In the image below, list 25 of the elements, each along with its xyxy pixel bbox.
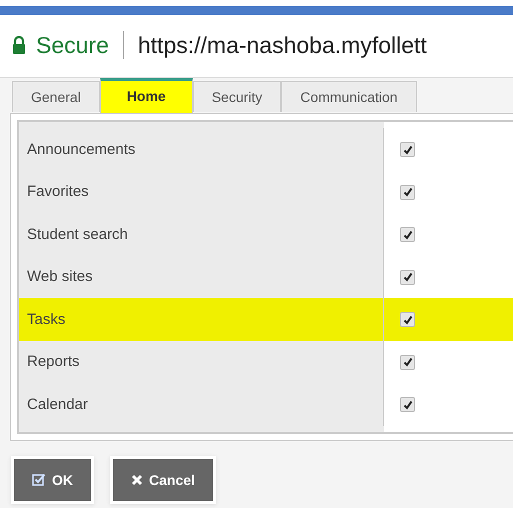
checkbox[interactable] — [400, 354, 415, 370]
checkbox[interactable] — [400, 142, 415, 158]
close-icon — [131, 474, 143, 486]
tab[interactable]: Home — [100, 78, 193, 113]
setting-label: Announcements — [27, 140, 136, 158]
ok-button[interactable]: OK — [14, 458, 91, 500]
secure-label: Secure — [36, 32, 109, 58]
checked-box-icon — [32, 472, 46, 486]
tab[interactable]: General — [12, 81, 100, 112]
setting-label: Web sites — [27, 268, 93, 286]
setting-label: Tasks — [27, 310, 66, 328]
setting-label: Calendar — [27, 396, 88, 413]
checkbox[interactable] — [400, 184, 415, 200]
tab[interactable]: Security — [192, 81, 282, 112]
url-text[interactable]: https://ma-nashoba.myfollett — [138, 32, 427, 58]
setting-label: Student search — [27, 226, 128, 243]
checkbox[interactable] — [400, 397, 415, 412]
setting-label: Favorites — [27, 183, 89, 200]
checkbox[interactable] — [400, 270, 415, 285]
checkbox[interactable] — [400, 227, 415, 242]
checkbox[interactable] — [400, 312, 415, 328]
setting-label: Reports — [27, 353, 80, 370]
tab[interactable]: Communication — [281, 81, 417, 112]
lock-icon — [12, 36, 26, 54]
cancel-button[interactable]: Cancel — [113, 458, 213, 500]
